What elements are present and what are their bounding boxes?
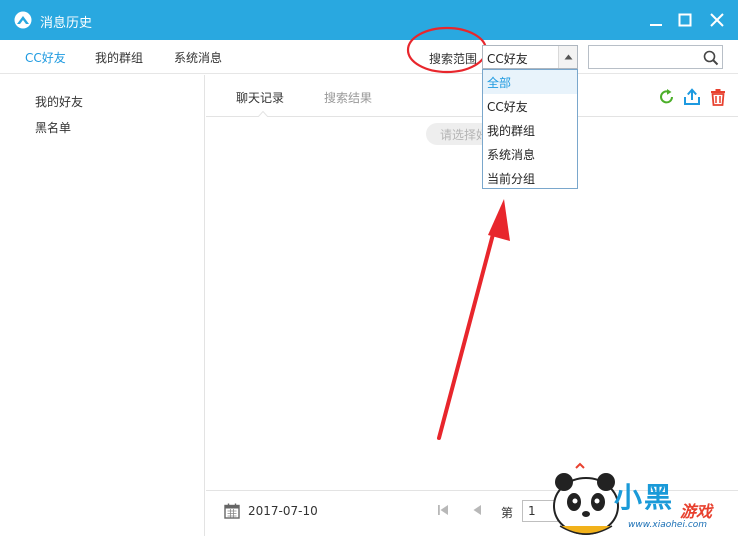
prev-page-icon[interactable] xyxy=(470,503,484,517)
search-box xyxy=(588,45,723,69)
calendar-icon[interactable] xyxy=(224,503,240,519)
sidebar: 我的好友 黑名单 xyxy=(0,75,205,536)
delete-icon[interactable] xyxy=(709,88,727,106)
watermark-url: www.xiaohei.com xyxy=(628,520,708,530)
refresh-icon[interactable] xyxy=(658,88,676,106)
page-number-input[interactable]: 1 xyxy=(522,500,558,522)
maximize-button[interactable] xyxy=(673,8,697,32)
search-scope-label: 搜索范围 xyxy=(429,52,478,66)
minimize-button[interactable] xyxy=(644,8,668,32)
annotation-arrow xyxy=(437,199,510,440)
tab-my-groups[interactable]: 我的群组 xyxy=(95,49,143,66)
dropdown-option-current-group[interactable]: 当前分组 xyxy=(483,166,577,190)
title-bar: 消息历史 xyxy=(0,0,738,40)
dropdown-option-all[interactable]: 全部 xyxy=(483,70,577,94)
export-icon[interactable] xyxy=(683,88,701,106)
first-page-icon[interactable] xyxy=(436,503,450,517)
tab-system-messages[interactable]: 系统消息 xyxy=(174,49,222,66)
search-scope-select[interactable]: CC好友 xyxy=(482,45,578,69)
search-icon[interactable] xyxy=(703,50,719,66)
close-button[interactable] xyxy=(705,8,729,32)
close-icon xyxy=(710,13,724,27)
search-scope-value: CC好友 xyxy=(487,52,528,66)
sidebar-item-blacklist[interactable]: 黑名单 xyxy=(35,119,71,136)
search-scope-dropdown: 全部 CC好友 我的群组 系统消息 当前分组 xyxy=(482,69,578,189)
dropdown-option-cc-friends[interactable]: CC好友 xyxy=(483,94,577,118)
maximize-icon xyxy=(678,13,692,27)
active-tab-indicator xyxy=(258,111,268,117)
triangle-up-icon xyxy=(564,54,573,60)
dropdown-option-system-messages[interactable]: 系统消息 xyxy=(483,142,577,166)
sidebar-item-my-friends[interactable]: 我的好友 xyxy=(35,93,83,110)
tab-search-results[interactable]: 搜索结果 xyxy=(324,89,372,106)
watermark-sub: 游戏 xyxy=(680,502,713,521)
selected-date[interactable]: 2017-07-10 xyxy=(248,504,318,518)
page-label: 第 xyxy=(501,506,514,520)
dropdown-arrow-button[interactable] xyxy=(558,46,577,68)
tab-cc-friends[interactable]: CC好友 xyxy=(25,49,66,66)
cloud-logo-icon xyxy=(14,11,32,29)
dropdown-option-my-groups[interactable]: 我的群组 xyxy=(483,118,577,142)
watermark-brand: 小黑 xyxy=(614,481,675,514)
search-input[interactable] xyxy=(592,48,698,66)
tab-chat-history[interactable]: 聊天记录 xyxy=(236,89,284,106)
minimize-icon xyxy=(650,24,662,26)
window-title: 消息历史 xyxy=(40,16,93,31)
